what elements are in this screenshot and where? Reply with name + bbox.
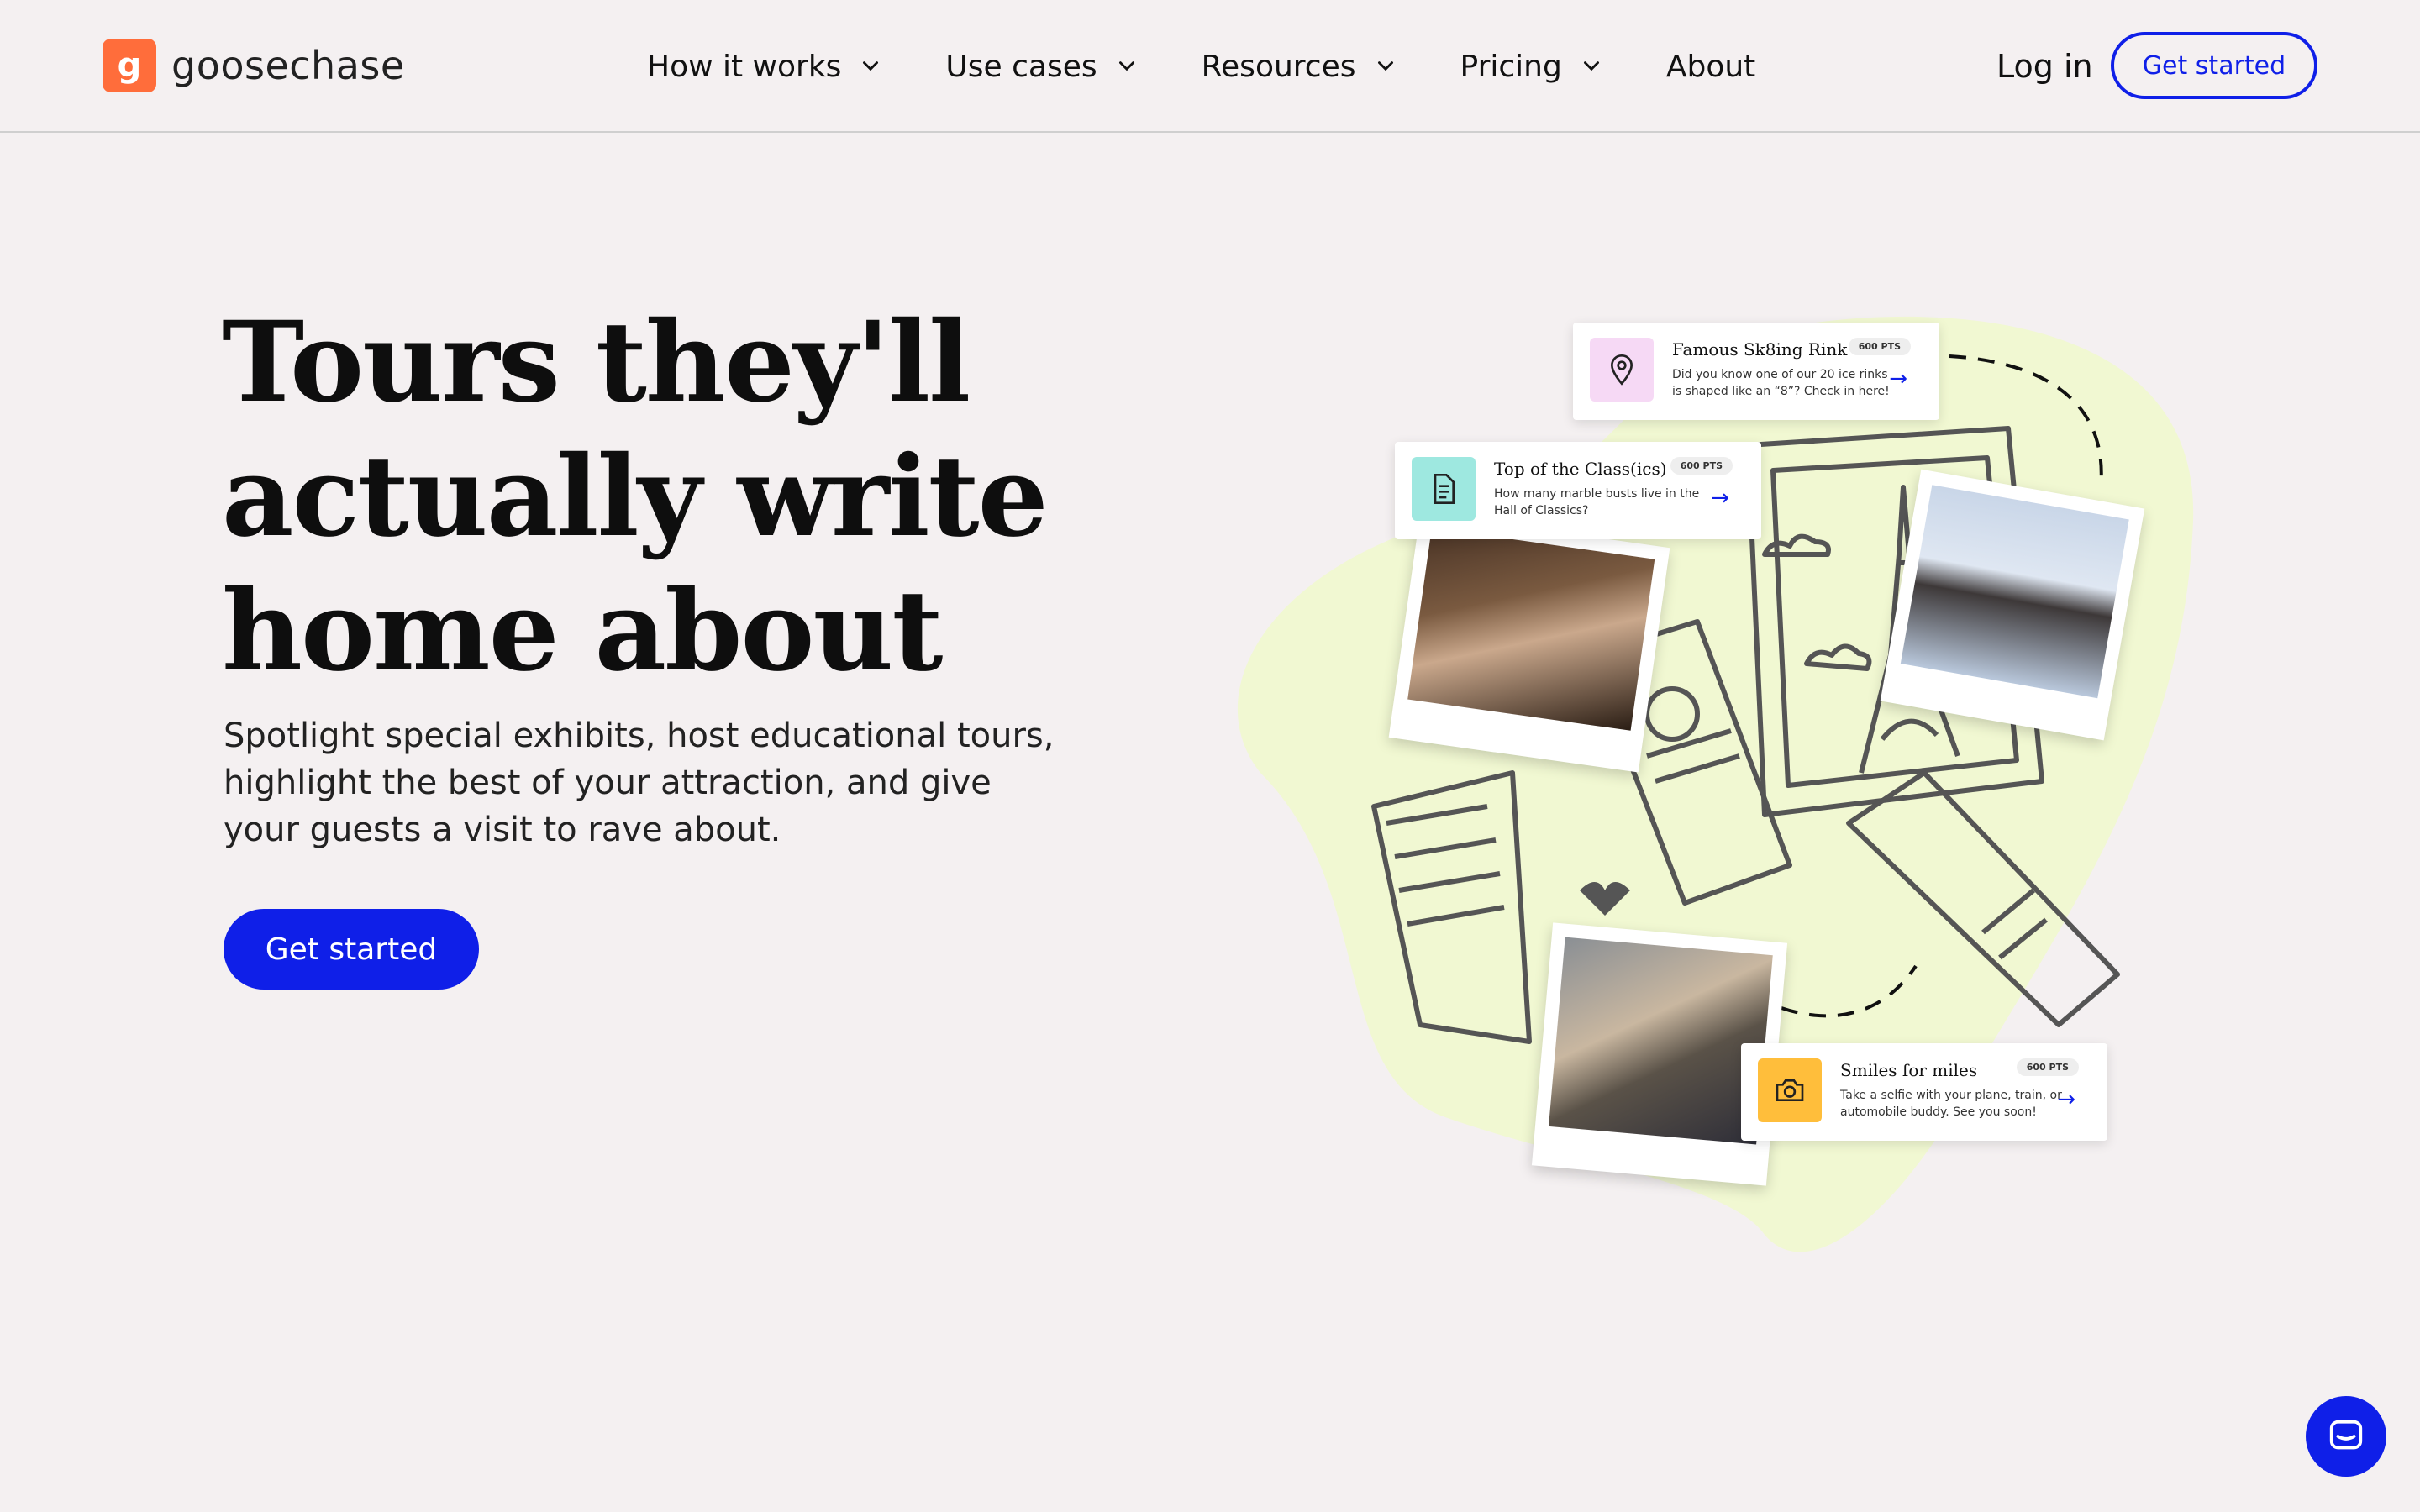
get-started-hero-button[interactable]: Get started [224,909,479,990]
nav-item-how-it-works[interactable]: How it works [647,44,881,89]
nav-item-about[interactable]: About [1666,44,1755,89]
mission-card[interactable]: Top of the Class(ics) 600 PTS How many m… [1395,442,1761,539]
hero-title-line: home about [222,566,943,696]
nav-item-pricing[interactable]: Pricing [1460,44,1602,89]
nav-item-resources[interactable]: Resources [1202,44,1397,89]
mission-card-body: Top of the Class(ics) 600 PTS How many m… [1494,457,1744,519]
mission-description: Take a selfie with your plane, train, or… [1840,1089,2062,1119]
login-link[interactable]: Log in [1996,44,2093,89]
top-nav: g goosechase How it works Use cases Reso… [0,0,2420,133]
hero-illustration: Famous Sk8ing Rink 600 PTS Did you know … [1227,302,2218,1294]
goosechase-logo-icon: g [103,39,156,92]
chevron-down-icon [1118,61,1134,71]
nav-item-label: Resources [1201,49,1356,84]
mission-card-body: Smiles for miles 600 PTS Take a selfie w… [1840,1058,2091,1121]
document-icon [1412,457,1476,521]
points-badge: 600 PTS [1670,457,1733,475]
chevron-down-icon [1583,61,1599,71]
logo[interactable]: g goosechase [103,39,405,92]
logo-wordmark: goosechase [171,43,405,88]
mission-description: How many marble busts live in the Hall o… [1494,487,1700,517]
nav-item-use-cases[interactable]: Use cases [945,44,1137,89]
hero-subtitle: Spotlight special exhibits, host educati… [224,717,1055,849]
hero-title-line: Tours they'll [222,297,971,428]
camera-icon [1758,1058,1822,1122]
chevron-down-icon [1377,61,1393,71]
chat-launcher-button[interactable] [2306,1396,2386,1477]
photo-museum-selfie [1388,512,1670,773]
main-menu: How it works Use cases Resources Pricing… [647,44,1819,89]
nav-item-label: How it works [647,49,842,84]
get-started-nav-button[interactable]: Get started [2111,32,2317,99]
photo-ice-skating [1880,469,2145,741]
mission-card[interactable]: Smiles for miles 600 PTS Take a selfie w… [1741,1043,2107,1141]
mission-description: Did you know one of our 20 ice rinks is … [1672,368,1890,398]
points-badge: 600 PTS [1848,338,1911,355]
nav-item-label: About [1665,49,1756,84]
nav-item-label: Use cases [945,49,1097,84]
hero-title: Tours they'll actually write home about [222,296,1146,699]
chat-icon [2329,1420,2363,1450]
mission-card-body: Famous Sk8ing Rink 600 PTS Did you know … [1672,338,1923,400]
chevron-down-icon [863,61,879,71]
arrow-right-icon[interactable]: → [2057,1087,2075,1112]
arrow-right-icon[interactable]: → [1889,366,1907,391]
hero-title-line: actually write [222,432,1049,562]
nav-item-label: Pricing [1460,49,1562,84]
location-pin-icon [1590,338,1654,402]
mission-card[interactable]: Famous Sk8ing Rink 600 PTS Did you know … [1573,323,1939,420]
points-badge: 600 PTS [2016,1058,2079,1076]
arrow-right-icon[interactable]: → [1711,486,1729,511]
